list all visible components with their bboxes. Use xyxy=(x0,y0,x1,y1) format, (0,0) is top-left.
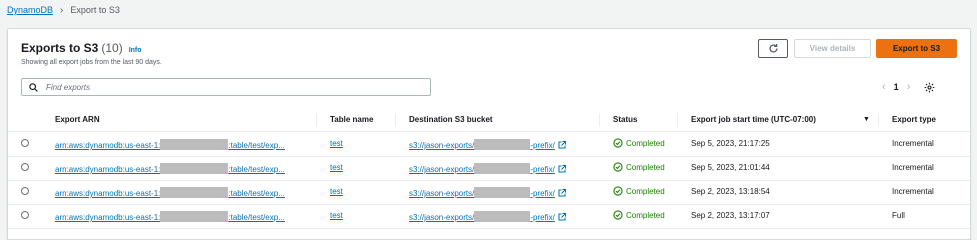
row-select-radio[interactable] xyxy=(21,139,29,147)
column-export-type[interactable]: Export type xyxy=(892,115,936,124)
table-name-link[interactable]: test xyxy=(330,139,343,148)
search-icon xyxy=(29,82,38,92)
column-destination-bucket[interactable]: Destination S3 bucket xyxy=(409,115,493,124)
column-start-time[interactable]: Export job start time (UTC-07:00) xyxy=(691,115,816,124)
bucket-link[interactable]: s3://jason-exports/-prefix/ xyxy=(409,139,566,150)
column-divider xyxy=(599,113,600,127)
table-row[interactable]: arn:aws:dynamodb:us-east-1::table/test/e… xyxy=(8,204,970,229)
breadcrumb: DynamoDB › Export to S3 xyxy=(7,2,120,18)
chevron-right-icon[interactable]: › xyxy=(907,81,911,93)
table-row[interactable]: arn:aws:dynamodb:us-east-1::table/test/e… xyxy=(8,180,970,205)
redacted-block xyxy=(474,163,531,174)
export-type: Incremental xyxy=(892,163,934,172)
chevron-left-icon[interactable]: ‹ xyxy=(882,81,886,93)
exports-panel: Exports to S3 (10) Info Showing all expo… xyxy=(7,28,971,240)
redacted-block xyxy=(474,211,531,222)
export-to-s3-button[interactable]: Export to S3 xyxy=(876,39,957,58)
table-name-link[interactable]: test xyxy=(330,187,343,196)
chevron-right-icon: › xyxy=(60,4,64,16)
page-title: Exports to S3 (10) Info xyxy=(21,41,142,55)
status-badge: Completed xyxy=(613,162,665,172)
breadcrumb-dynamodb-link[interactable]: DynamoDB xyxy=(7,5,53,15)
bucket-link[interactable]: s3://jason-exports/-prefix/ xyxy=(409,187,566,198)
table-name-link[interactable]: test xyxy=(330,163,343,172)
redacted-block xyxy=(160,139,229,150)
table-row[interactable]: arn:aws:dynamodb:us-east-1::table/test/e… xyxy=(8,132,970,157)
refresh-button[interactable] xyxy=(758,39,788,58)
export-arn-link[interactable]: arn:aws:dynamodb:us-east-1::table/test/e… xyxy=(55,139,285,150)
start-time: Sep 5, 2023, 21:17:25 xyxy=(691,139,770,148)
page-number[interactable]: 1 xyxy=(894,82,899,92)
column-divider xyxy=(395,113,396,127)
column-divider xyxy=(677,113,678,127)
search-input[interactable] xyxy=(44,81,408,93)
breadcrumb-current: Export to S3 xyxy=(70,5,120,15)
external-link-icon xyxy=(558,213,566,221)
export-count: (10) xyxy=(101,41,123,55)
column-status[interactable]: Status xyxy=(613,115,637,124)
status-badge: Completed xyxy=(613,186,665,196)
check-circle-icon xyxy=(613,162,623,172)
external-link-icon xyxy=(558,141,566,149)
status-badge: Completed xyxy=(613,138,665,148)
export-arn-link[interactable]: arn:aws:dynamodb:us-east-1::table/test/e… xyxy=(55,211,285,222)
gear-icon[interactable] xyxy=(924,82,935,93)
row-select-radio[interactable] xyxy=(21,163,29,171)
page-subtitle: Showing all export jobs from the last 90… xyxy=(21,59,162,66)
table-name-link[interactable]: test xyxy=(330,211,343,220)
start-time: Sep 5, 2023, 21:01:44 xyxy=(691,163,770,172)
status-badge: Completed xyxy=(613,210,665,220)
table-row[interactable]: arn:aws:dynamodb:us-east-1::table/test/e… xyxy=(8,156,970,181)
external-link-icon xyxy=(558,189,566,197)
pagination: ‹ 1 › xyxy=(882,79,935,95)
check-circle-icon xyxy=(613,138,623,148)
bucket-link[interactable]: s3://jason-exports/-prefix/ xyxy=(409,163,566,174)
refresh-icon xyxy=(769,44,778,53)
row-select-radio[interactable] xyxy=(21,211,29,219)
start-time: Sep 2, 2023, 13:17:07 xyxy=(691,211,770,220)
export-arn-link[interactable]: arn:aws:dynamodb:us-east-1::table/test/e… xyxy=(55,187,285,198)
bucket-link[interactable]: s3://jason-exports/-prefix/ xyxy=(409,211,566,222)
search-box xyxy=(21,78,431,96)
redacted-block xyxy=(160,211,229,222)
redacted-block xyxy=(160,187,229,198)
check-circle-icon xyxy=(613,186,623,196)
column-export-arn[interactable]: Export ARN xyxy=(55,115,100,124)
column-divider xyxy=(878,113,879,127)
redacted-block xyxy=(474,187,531,198)
redacted-block xyxy=(474,139,531,150)
info-link[interactable]: Info xyxy=(129,47,142,54)
view-details-button[interactable]: View details xyxy=(794,39,871,58)
start-time: Sep 2, 2023, 13:18:54 xyxy=(691,187,770,196)
export-type: Full xyxy=(892,211,905,220)
column-table-name[interactable]: Table name xyxy=(330,115,373,124)
check-circle-icon xyxy=(613,210,623,220)
redacted-block xyxy=(160,163,229,174)
external-link-icon xyxy=(558,165,566,173)
title-text: Exports to S3 xyxy=(21,41,99,55)
row-select-radio[interactable] xyxy=(21,187,29,195)
column-divider xyxy=(316,113,317,127)
export-type: Incremental xyxy=(892,187,934,196)
export-type: Incremental xyxy=(892,139,934,148)
sort-down-icon[interactable]: ▼ xyxy=(863,116,870,123)
table-header: Export ARN Table name Destination S3 buc… xyxy=(8,109,970,132)
export-arn-link[interactable]: arn:aws:dynamodb:us-east-1::table/test/e… xyxy=(55,163,285,174)
